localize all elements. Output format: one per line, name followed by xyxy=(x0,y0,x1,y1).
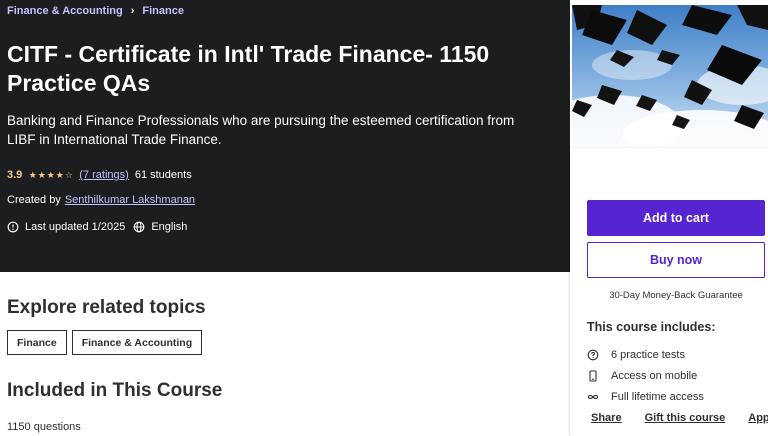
include-label: Full lifetime access xyxy=(611,390,704,403)
star-empty-icon: ☆ xyxy=(64,169,73,180)
infinity-icon xyxy=(587,391,599,403)
share-link[interactable]: Share xyxy=(591,412,622,424)
course-preview-image[interactable] xyxy=(572,5,768,148)
breadcrumb: Finance & Accounting › Finance xyxy=(7,5,184,17)
meta-row: Last updated 1/2025 English xyxy=(7,221,187,233)
alert-clock-icon xyxy=(7,221,19,233)
add-to-cart-button[interactable]: Add to cart xyxy=(587,200,765,236)
question-count: 1150 questions xyxy=(7,421,81,433)
list-item: Full lifetime access xyxy=(587,386,767,407)
buy-now-button[interactable]: Buy now xyxy=(587,242,765,278)
last-updated: Last updated 1/2025 xyxy=(25,221,126,233)
course-subtitle: Banking and Finance Professionals who ar… xyxy=(7,113,515,147)
explore-topics-title: Explore related topics xyxy=(7,297,206,318)
globe-icon xyxy=(133,221,145,233)
star-filled-icon: ★ xyxy=(55,169,64,180)
includes-title: This course includes: xyxy=(587,320,716,334)
includes-list: 6 practice tests Access on mobile Full l… xyxy=(587,344,767,407)
quiz-icon xyxy=(587,349,599,361)
breadcrumb-finance-accounting[interactable]: Finance & Accounting xyxy=(7,5,123,17)
include-label: Access on mobile xyxy=(611,369,698,382)
course-language: English xyxy=(151,221,188,233)
course-hero: Finance & Accounting › Finance CITF - Ce… xyxy=(0,0,570,272)
ratings-link[interactable]: (7 ratings) xyxy=(79,169,129,181)
chevron-right-icon: › xyxy=(130,5,135,17)
apply-coupon-link[interactable]: Apply C xyxy=(748,412,768,424)
purchase-sidebar: Add to cart Buy now 30-Day Money-Back Gu… xyxy=(570,148,768,436)
created-by-row: Created by Senthilkumar Lakshmanan xyxy=(7,194,195,206)
students-count: 61 students xyxy=(134,169,192,181)
gift-course-link[interactable]: Gift this course xyxy=(645,412,726,424)
topic-pill-finance-accounting[interactable]: Finance & Accounting xyxy=(71,330,203,355)
sidebar-links: Share Gift this course Apply C xyxy=(591,412,768,424)
star-filled-icon: ★ xyxy=(37,169,46,180)
rating-value: 3.9 xyxy=(7,169,23,181)
star-rating: ★ ★ ★ ★ ☆ xyxy=(28,170,73,181)
mobile-icon xyxy=(587,369,599,382)
included-section-title: Included in This Course xyxy=(7,380,223,401)
rating-row: 3.9 ★ ★ ★ ★ ☆ (7 ratings) 61 students xyxy=(7,167,192,183)
money-back-guarantee: 30-Day Money-Back Guarantee xyxy=(609,290,743,301)
related-topics: Finance Finance & Accounting xyxy=(7,330,207,355)
author-link[interactable]: Senthilkumar Lakshmanan xyxy=(65,194,195,206)
created-by-label: Created by xyxy=(7,194,61,206)
star-filled-icon: ★ xyxy=(28,169,37,180)
topic-pill-finance[interactable]: Finance xyxy=(7,330,67,355)
breadcrumb-finance[interactable]: Finance xyxy=(142,5,184,17)
include-label: 6 practice tests xyxy=(611,348,685,361)
list-item: Access on mobile xyxy=(587,365,767,386)
list-item: 6 practice tests xyxy=(587,344,767,365)
course-title: CITF - Certificate in Intl' Trade Financ… xyxy=(7,41,490,96)
star-filled-icon: ★ xyxy=(46,169,55,180)
